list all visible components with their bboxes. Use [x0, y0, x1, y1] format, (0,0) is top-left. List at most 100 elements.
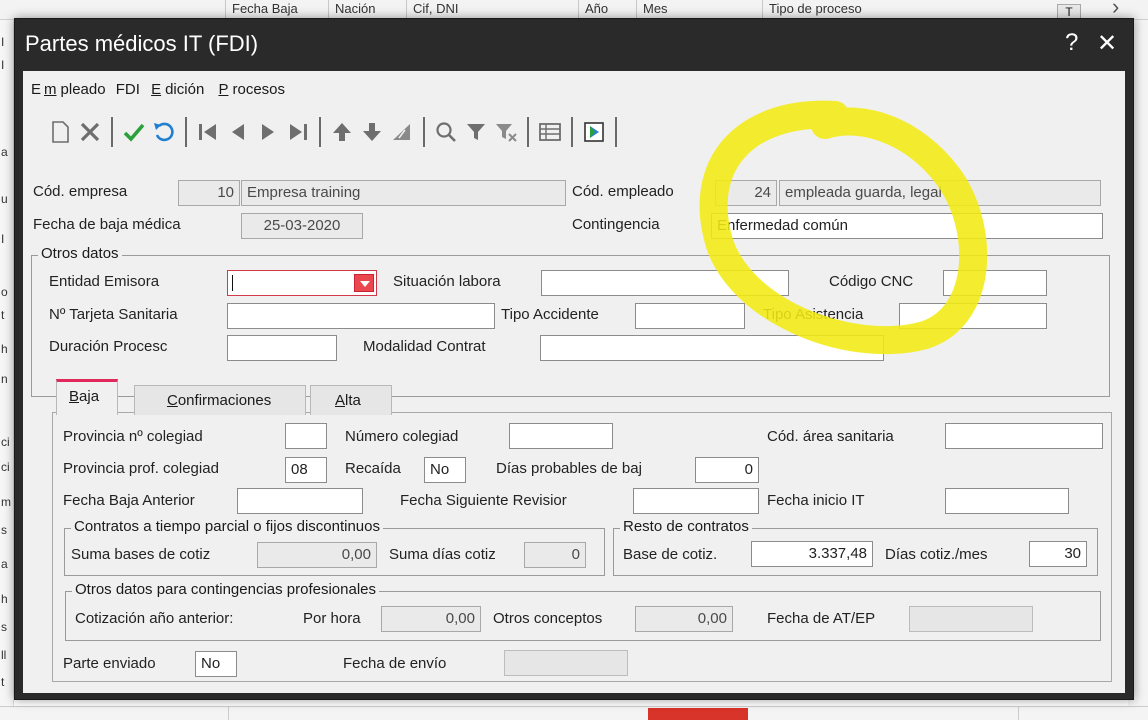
entidad-emisora-label: Entidad Emisora	[49, 273, 160, 290]
bg-cell-text: I	[1, 35, 5, 49]
fecha-baja-anterior-field[interactable]	[237, 488, 363, 514]
bg-cell-text: a	[1, 145, 8, 159]
bg-col-header: Tipo de proceso	[762, 0, 1012, 20]
menu-fdi[interactable]: FDI	[116, 81, 140, 98]
cod-area-sanitaria-field[interactable]	[945, 423, 1103, 449]
menu-accelerator: m	[44, 81, 57, 98]
table-view-icon[interactable]	[535, 116, 565, 148]
tab-baja[interactable]: Baja	[56, 379, 118, 415]
empresa-name-field[interactable]: Empresa training	[241, 180, 566, 206]
entidad-emisora-select[interactable]	[227, 270, 377, 296]
suma-dias-field[interactable]: 0	[524, 542, 586, 568]
otros-conceptos-field[interactable]: 0,00	[635, 606, 733, 632]
fecha-inicio-it-label: Fecha inicio IT	[767, 492, 865, 509]
dias-probables-field[interactable]: 0	[695, 457, 759, 483]
bg-col-header: Nación	[328, 0, 406, 20]
tipo-asistencia-field[interactable]	[899, 303, 1047, 329]
menu-empleado[interactable]: Em pleado	[27, 81, 109, 98]
new-icon[interactable]	[45, 116, 75, 148]
bg-cell-text: s	[1, 620, 7, 634]
cod-empleado-label: Cód. empleado	[572, 183, 674, 200]
provincia-colegiado-field[interactable]	[285, 423, 327, 449]
contingencia-field[interactable]: Enfermedad común	[711, 213, 1103, 239]
tarjeta-sanitaria-field[interactable]	[227, 303, 495, 329]
background-red-bar	[648, 708, 748, 720]
search-icon[interactable]	[431, 116, 461, 148]
numero-colegiado-field[interactable]	[509, 423, 613, 449]
por-hora-label: Por hora	[303, 610, 361, 627]
provincia-prof-field[interactable]: 08	[285, 457, 327, 483]
tab-accelerator: A	[335, 392, 346, 409]
duracion-proceso-field[interactable]	[227, 335, 337, 361]
bg-col-header: Fecha Baja	[225, 0, 328, 20]
last-record-icon[interactable]	[283, 116, 313, 148]
menu-edicion[interactable]: Edición	[151, 81, 207, 98]
next-record-icon[interactable]	[253, 116, 283, 148]
provincia-colegiado-label: Provincia nº colegiad	[63, 428, 203, 445]
toolbar-separator	[185, 117, 187, 147]
situacion-laboral-field[interactable]	[541, 270, 789, 296]
close-button[interactable]: ✕	[1097, 29, 1117, 58]
contratos-parcial-title: Contratos a tiempo parcial o fijos disco…	[71, 518, 383, 535]
undo-icon[interactable]	[149, 116, 179, 148]
clear-filter-icon[interactable]	[491, 116, 521, 148]
fecha-atep-field[interactable]	[909, 606, 1033, 632]
bg-cell-text: ll	[1, 648, 7, 662]
dialog-titlebar[interactable]: Partes médicos IT (FDI) ? ✕	[15, 19, 1133, 71]
menu-procesos[interactable]: Procesos	[218, 81, 288, 98]
menu-label: pleado	[60, 81, 106, 98]
menu-label: rocesos	[232, 81, 286, 98]
recaida-field[interactable]: No	[424, 457, 466, 483]
dias-cotiz-field[interactable]: 30	[1029, 541, 1087, 567]
export-icon[interactable]	[579, 116, 609, 148]
check-icon[interactable]	[119, 116, 149, 148]
bg-col-header: Cif, DNI	[406, 0, 578, 20]
por-hora-field[interactable]: 0,00	[381, 606, 481, 632]
cod-empleado-field[interactable]: 24	[715, 180, 777, 206]
chevron-down-icon[interactable]	[354, 274, 374, 292]
cod-area-sanitaria-label: Cód. área sanitaria	[767, 428, 894, 445]
cod-empresa-field[interactable]: 10	[178, 180, 240, 206]
move-down-icon[interactable]	[357, 116, 387, 148]
background-left-column: I I a u I o t h n ci ci m s a h s ll t	[0, 20, 14, 720]
background-bottom-row	[0, 706, 1148, 720]
resto-contratos-title: Resto de contratos	[620, 518, 752, 535]
modalidad-contrato-label: Modalidad Contrat	[363, 338, 486, 355]
bg-cell-text: I	[1, 58, 5, 72]
suma-bases-field[interactable]: 0,00	[257, 542, 377, 568]
fecha-baja-field[interactable]: 25-03-2020	[241, 213, 363, 239]
bg-column-divider	[1018, 706, 1019, 720]
chevron-right-icon[interactable]: ›	[1112, 0, 1119, 20]
parte-enviado-field[interactable]: No	[195, 651, 237, 677]
fecha-envio-field[interactable]	[504, 650, 628, 676]
toolbar	[45, 111, 623, 153]
background-grid-header: Fecha Baja Nación Cif, DNI Año Mes Tipo …	[0, 0, 1148, 20]
empleado-name-field[interactable]: empleada guarda, legal	[779, 180, 1101, 206]
bg-cell-text: ci	[1, 460, 10, 474]
menu-bar: Em pleado FDI Edición Procesos	[23, 81, 291, 103]
delete-icon[interactable]	[75, 116, 105, 148]
tab-label: onfirmaciones	[177, 392, 272, 409]
tab-confirmaciones[interactable]: Confirmaciones	[134, 385, 306, 415]
tab-alta[interactable]: Alta	[310, 385, 392, 415]
fecha-inicio-it-field[interactable]	[945, 488, 1069, 514]
codigo-cnc-field[interactable]	[943, 270, 1047, 296]
base-cotiz-field[interactable]: 3.337,48	[751, 541, 873, 567]
toolbar-separator	[319, 117, 321, 147]
tipo-accidente-field[interactable]	[635, 303, 745, 329]
toolbar-separator	[615, 117, 617, 147]
move-up-icon[interactable]	[327, 116, 357, 148]
sort-icon[interactable]	[387, 116, 417, 148]
bg-col-header: Año	[578, 0, 636, 20]
otros-conceptos-label: Otros conceptos	[493, 610, 603, 627]
prev-record-icon[interactable]	[223, 116, 253, 148]
fecha-atep-label: Fecha de AT/EP	[767, 610, 876, 627]
filter-icon[interactable]	[461, 116, 491, 148]
first-record-icon[interactable]	[193, 116, 223, 148]
codigo-cnc-label: Código CNC	[829, 273, 914, 290]
fecha-siguiente-revision-field[interactable]	[633, 488, 759, 514]
situacion-laboral-label: Situación labora	[393, 273, 501, 290]
suma-dias-label: Suma días cotiz	[389, 546, 496, 563]
help-button[interactable]: ?	[1065, 29, 1078, 57]
modalidad-contrato-field[interactable]	[540, 335, 884, 361]
